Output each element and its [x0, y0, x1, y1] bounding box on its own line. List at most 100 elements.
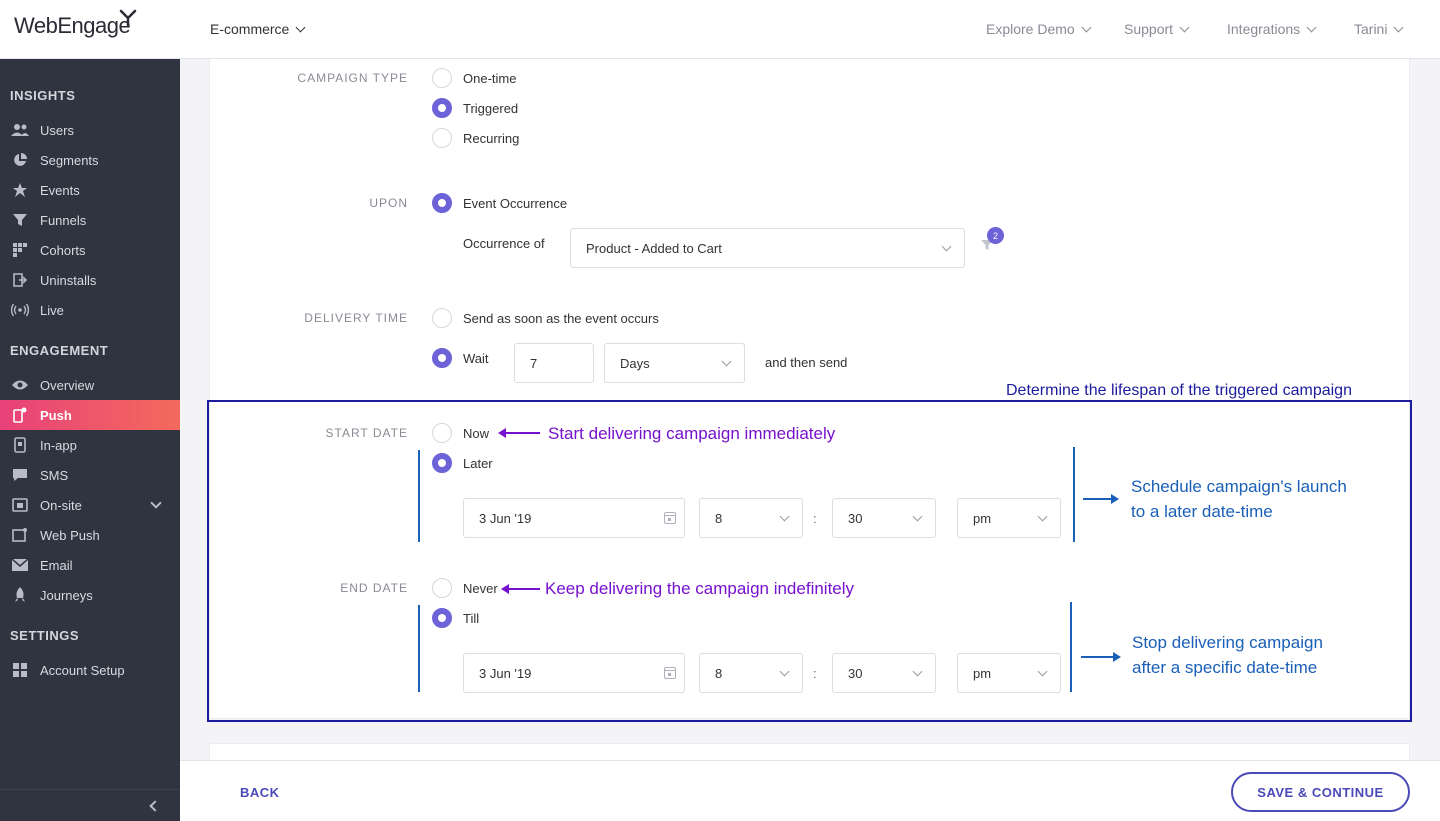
grid-icon — [10, 242, 30, 258]
radio-event-occurrence[interactable] — [432, 193, 452, 213]
time-separator: : — [813, 666, 817, 681]
footer-bar: BACK SAVE & CONTINUE — [180, 760, 1440, 821]
sidebar-item-email[interactable]: Email — [0, 550, 180, 580]
chevron-down-icon — [1081, 22, 1092, 32]
chevron-down-icon — [721, 356, 732, 367]
end-minute-select[interactable]: 30 — [832, 653, 936, 693]
option-triggered-label: Triggered — [463, 101, 519, 116]
sidebar-item-cohorts[interactable]: Cohorts — [0, 235, 180, 265]
end-hour-select[interactable]: 8 — [699, 653, 803, 693]
settings-grid-icon — [10, 662, 30, 678]
time-separator: : — [813, 511, 817, 526]
end-ampm-select[interactable]: pm — [957, 653, 1061, 693]
event-occurrence-label: Event Occurrence — [463, 196, 568, 211]
sidebar-item-journeys[interactable]: Journeys — [0, 580, 180, 610]
chevron-down-icon — [1037, 666, 1048, 677]
project-selector[interactable]: E-commerce — [210, 21, 306, 37]
end-date-picker[interactable]: 3 Jun '19 — [463, 653, 685, 693]
option-recurring-label: Recurring — [463, 131, 520, 146]
start-date-picker[interactable]: 3 Jun '19 — [463, 498, 685, 538]
mobile-push-icon — [10, 407, 30, 423]
sidebar-item-segments[interactable]: Segments — [0, 145, 180, 175]
explore-demo-menu[interactable]: Explore Demo — [986, 21, 1092, 37]
radio-end-never[interactable] — [432, 578, 452, 598]
radio-one-time[interactable] — [432, 68, 452, 88]
filter-count-badge: 2 — [987, 227, 1004, 244]
webengage-logo[interactable]: WebEngage — [14, 9, 137, 39]
annotation-box-title: Determine the lifespan of the triggered … — [1006, 382, 1352, 399]
sidebar-item-overview[interactable]: Overview — [0, 370, 180, 400]
arrow-end-till — [1081, 652, 1121, 662]
chevron-down-icon — [1037, 511, 1048, 522]
radio-send-immediately[interactable] — [432, 308, 452, 328]
support-menu[interactable]: Support — [1124, 21, 1190, 37]
chevron-down-icon — [1179, 22, 1190, 32]
chevron-down-icon — [779, 666, 790, 677]
wait-value-input[interactable]: 7 — [514, 343, 594, 383]
sidebar-item-funnels[interactable]: Funnels — [0, 205, 180, 235]
start-hour-select[interactable]: 8 — [699, 498, 803, 538]
section-settings: SETTINGS — [10, 628, 80, 643]
logo-text: WebEngage — [14, 13, 131, 38]
radio-start-later[interactable] — [432, 453, 452, 473]
user-menu[interactable]: Tarini — [1354, 21, 1404, 37]
chevron-down-icon — [912, 511, 923, 522]
end-till-label: Till — [463, 611, 480, 626]
annotation-end-till: Stop delivering campaign after a specifi… — [1132, 633, 1323, 677]
calendar-icon — [664, 667, 676, 679]
chevron-down-icon — [1394, 22, 1404, 32]
start-later-bracket — [418, 450, 420, 542]
delivery-time-label: DELIVERY TIME — [304, 311, 408, 325]
start-now-label: Now — [463, 426, 490, 441]
back-button[interactable]: BACK — [240, 785, 280, 800]
sidebar-item-push[interactable]: Push — [0, 400, 180, 430]
sidebar-item-in-app[interactable]: In-app — [0, 430, 180, 460]
radio-start-now[interactable] — [432, 423, 452, 443]
top-bar: WebEngage E-commerce Explore Demo Suppor… — [0, 0, 1440, 59]
radio-end-till[interactable] — [432, 608, 452, 628]
sidebar-item-live[interactable]: Live — [0, 295, 180, 325]
sidebar-item-web-push[interactable]: Web Push — [0, 520, 180, 550]
chevron-down-icon[interactable] — [150, 497, 162, 509]
rocket-icon — [10, 587, 30, 603]
start-later-annotation-bracket — [1073, 447, 1075, 542]
send-immediately-label: Send as soon as the event occurs — [463, 311, 659, 326]
users-icon — [10, 122, 30, 138]
envelope-icon — [10, 557, 30, 573]
annotation-start-later: Schedule campaign's launch to a later da… — [1131, 477, 1347, 521]
occurrence-of-label: Occurrence of — [463, 236, 545, 251]
sidebar-item-sms[interactable]: SMS — [0, 460, 180, 490]
sidebar: INSIGHTS Users Segments Events Funnels C… — [0, 59, 180, 821]
radio-triggered[interactable] — [432, 98, 452, 118]
end-till-annotation-bracket — [1070, 602, 1072, 692]
sidebar-collapse-toggle[interactable] — [0, 789, 180, 821]
chevron-down-icon — [912, 666, 923, 677]
sidebar-item-users[interactable]: Users — [0, 115, 180, 145]
calendar-icon — [664, 512, 676, 524]
broadcast-icon — [10, 302, 30, 318]
sidebar-item-uninstalls[interactable]: Uninstalls — [0, 265, 180, 295]
start-ampm-select[interactable]: pm — [957, 498, 1061, 538]
star-icon — [10, 182, 30, 198]
chevron-left-icon — [149, 800, 161, 812]
radio-recurring[interactable] — [432, 128, 452, 148]
end-never-label: Never — [463, 581, 498, 596]
arrow-start-later — [1083, 494, 1119, 504]
option-one-time-label: One-time — [463, 71, 517, 86]
sidebar-item-events[interactable]: Events — [0, 175, 180, 205]
mobile-icon — [10, 437, 30, 453]
sidebar-item-on-site[interactable]: On-site — [0, 490, 180, 520]
start-minute-select[interactable]: 30 — [832, 498, 936, 538]
event-select[interactable]: Product - Added to Cart — [570, 228, 965, 268]
end-till-bracket — [418, 605, 420, 692]
browser-window-icon — [10, 497, 30, 513]
section-engagement: ENGAGEMENT — [10, 343, 109, 358]
sidebar-item-account-setup[interactable]: Account Setup — [0, 655, 180, 685]
chevron-down-icon — [941, 241, 952, 252]
funnel-icon — [10, 212, 30, 228]
arrow-end-never — [501, 584, 540, 594]
save-and-continue-button[interactable]: SAVE & CONTINUE — [1231, 772, 1410, 812]
wait-unit-select[interactable]: Days — [604, 343, 745, 383]
radio-wait[interactable] — [432, 348, 452, 368]
integrations-menu[interactable]: Integrations — [1227, 21, 1317, 37]
